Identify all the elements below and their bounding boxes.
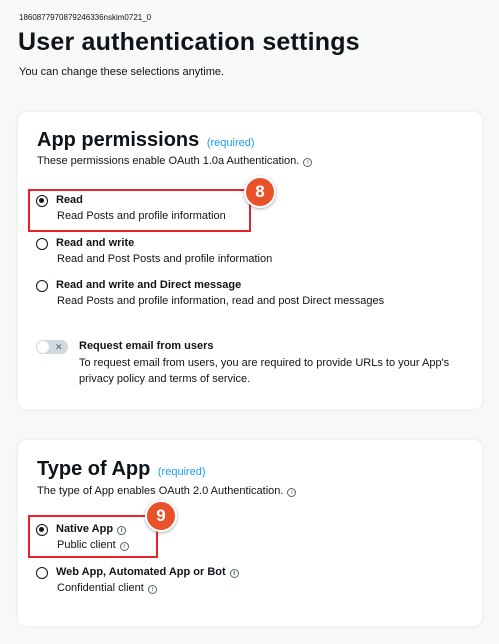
option-description: Read Posts and profile information, read… (57, 295, 385, 307)
info-icon[interactable]: i (147, 585, 157, 594)
app-permissions-card: App permissions (required) These permiss… (18, 112, 482, 409)
required-label: (required) (206, 137, 255, 149)
radio-button[interactable] (36, 567, 48, 579)
option-description: Confidential client i (57, 582, 157, 594)
info-icon[interactable]: i (229, 569, 239, 578)
page-title: User authentication settings (18, 28, 360, 56)
step-marker-9: 9 (145, 500, 177, 532)
step-marker-8: 8 (244, 176, 276, 208)
app-permissions-description: These permissions enable OAuth 1.0a Auth… (37, 155, 313, 167)
type-of-app-description: The type of App enables OAuth 2.0 Authen… (37, 485, 297, 497)
info-icon[interactable]: i (303, 158, 313, 167)
option-description: Read and Post Posts and profile informat… (57, 253, 273, 265)
radio-button[interactable] (36, 238, 48, 250)
info-icon[interactable]: i (287, 488, 297, 497)
required-label: (required) (157, 466, 206, 478)
highlight-box-native-app (28, 515, 158, 558)
request-email-description: To request email from users, you are req… (79, 357, 450, 385)
highlight-box-read (28, 189, 251, 232)
type-of-app-description-text: The type of App enables OAuth 2.0 Authen… (37, 485, 284, 497)
option-label: Web App, Automated App or Bot i (56, 566, 239, 578)
close-icon: ✕ (55, 342, 63, 352)
option-label: Read and write and Direct message (56, 279, 242, 291)
request-email-toggle[interactable]: ✕ (36, 340, 68, 354)
request-email-label: Request email from users (79, 340, 214, 352)
app-id: 1860877970879246336nskim0721_0 (19, 13, 152, 22)
app-permissions-heading: App permissions (37, 129, 200, 151)
option-label: Read and write (56, 237, 135, 249)
app-permissions-title: App permissions (required) (37, 129, 255, 152)
type-of-app-title: Type of App (required) (37, 458, 206, 481)
type-of-app-heading: Type of App (37, 458, 151, 480)
toggle-knob (37, 341, 49, 353)
radio-button[interactable] (36, 280, 48, 292)
app-permissions-description-text: These permissions enable OAuth 1.0a Auth… (37, 155, 300, 167)
page-subtitle: You can change these selections anytime. (19, 66, 225, 78)
